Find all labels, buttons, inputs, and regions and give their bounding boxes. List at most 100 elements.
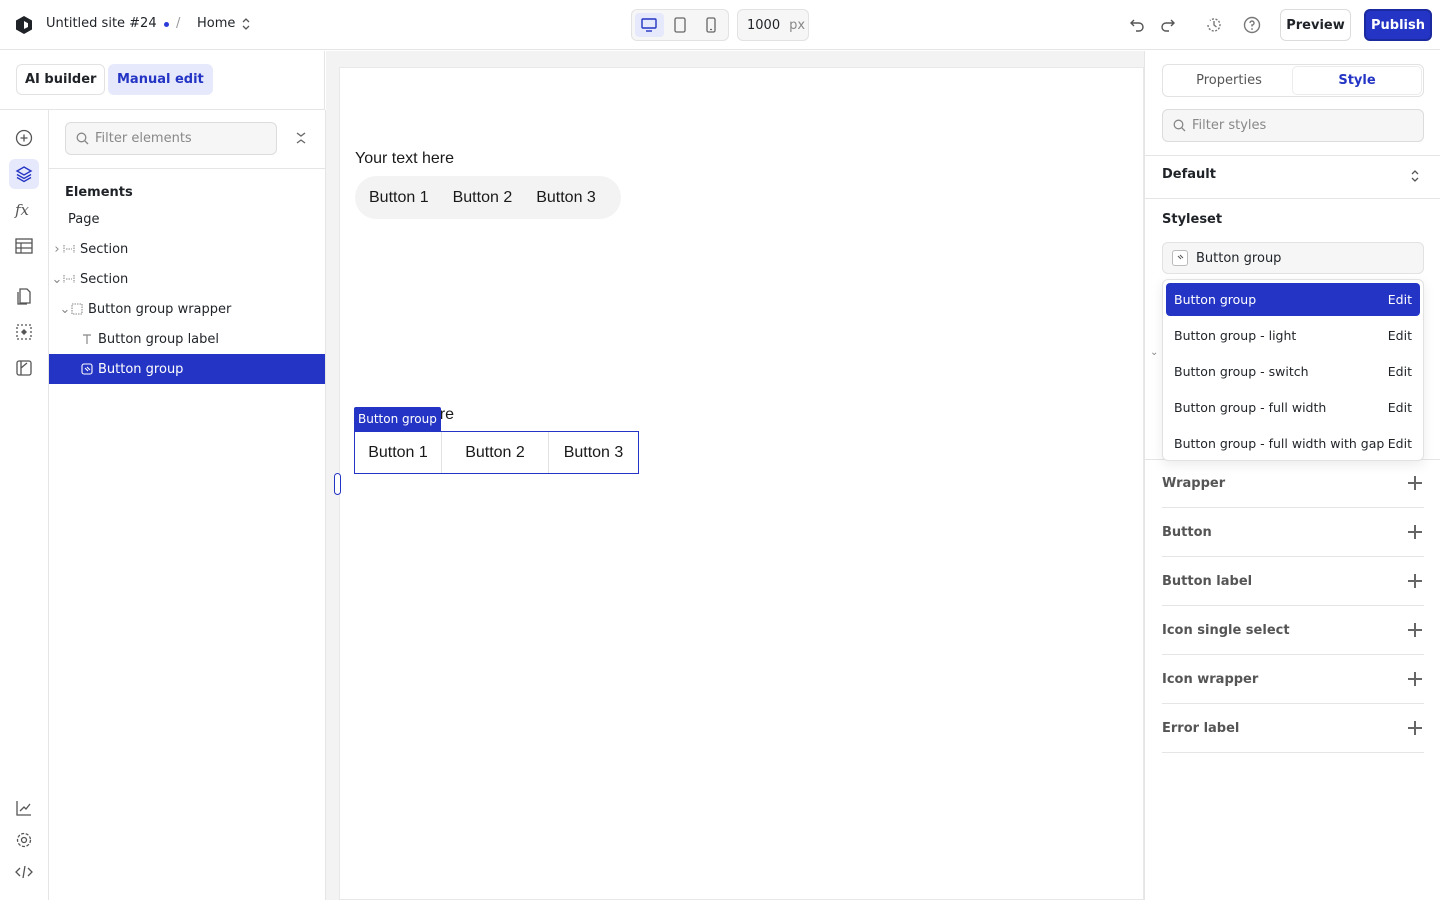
styleset-option[interactable]: Button group - switch Edit xyxy=(1166,355,1420,388)
canvas-pill-button[interactable]: Button 3 xyxy=(524,189,608,207)
canvas-button-group-selected[interactable]: Button 1 Button 2 Button 3 xyxy=(354,431,639,474)
plus-icon[interactable] xyxy=(1408,574,1422,588)
style-section-wrapper[interactable]: Wrapper xyxy=(1162,459,1424,508)
components-button[interactable] xyxy=(9,317,39,347)
styleset-option[interactable]: Button group - full width with gap Edit xyxy=(1166,427,1420,460)
tree-item-section-2[interactable]: ⌄ Section xyxy=(49,264,325,294)
undo-button[interactable] xyxy=(1127,15,1147,35)
edit-link[interactable]: Edit xyxy=(1388,292,1412,307)
plus-icon[interactable] xyxy=(1408,525,1422,539)
filter-elements-input[interactable]: Filter elements xyxy=(65,122,277,155)
page-selector[interactable]: Home xyxy=(197,16,251,31)
tree-item-button-group-label[interactable]: Button group label xyxy=(49,324,325,354)
chevron-down-icon[interactable]: ⌄ xyxy=(52,272,63,287)
publish-button[interactable]: Publish xyxy=(1364,9,1432,41)
styleset-option[interactable]: Button group - light Edit xyxy=(1166,319,1420,352)
help-icon xyxy=(1243,16,1261,34)
style-section-icon-wrapper[interactable]: Icon wrapper xyxy=(1162,655,1424,704)
button-group-icon xyxy=(1172,250,1188,266)
filter-styles-placeholder: Filter styles xyxy=(1192,118,1267,133)
tablet-view-button[interactable] xyxy=(666,13,695,37)
styleset-option[interactable]: Button group - full width Edit xyxy=(1166,391,1420,424)
chevron-right-icon[interactable]: › xyxy=(52,242,62,257)
mode-bar: AI builder Manual edit xyxy=(0,51,325,110)
data-button[interactable] xyxy=(9,231,39,261)
section-icon xyxy=(62,272,76,286)
layers-button[interactable] xyxy=(9,159,39,189)
canvas-width-value: 1000 xyxy=(747,17,781,33)
elements-heading: Elements xyxy=(65,185,133,200)
gear-icon xyxy=(16,832,32,848)
canvas-pill-button[interactable]: Button 2 xyxy=(441,189,525,207)
layers-icon xyxy=(15,166,33,183)
code-button[interactable] xyxy=(9,857,39,887)
add-element-button[interactable] xyxy=(9,123,39,153)
redo-button[interactable] xyxy=(1158,15,1178,35)
canvas-button-group-pill[interactable]: Button 1 Button 2 Button 3 xyxy=(355,176,621,219)
edit-link[interactable]: Edit xyxy=(1388,400,1412,415)
tablet-icon xyxy=(674,17,686,33)
manual-edit-button[interactable]: Manual edit xyxy=(108,64,213,95)
desktop-view-button[interactable] xyxy=(635,13,664,37)
left-rail: fx xyxy=(0,110,49,900)
page-canvas[interactable]: Your text here Button 1 Button 2 Button … xyxy=(339,67,1144,900)
canvas-seg-button[interactable]: Button 3 xyxy=(549,432,638,473)
tree-item-label: Section xyxy=(80,271,129,287)
styleset-option[interactable]: Button group Edit xyxy=(1166,283,1420,316)
history-icon xyxy=(1207,18,1221,32)
plus-icon[interactable] xyxy=(1408,721,1422,735)
settings-button[interactable] xyxy=(9,825,39,855)
filter-styles-input[interactable]: Filter styles xyxy=(1162,109,1424,142)
elements-panel: Filter elements Elements Page › Section … xyxy=(49,110,326,900)
style-section-icon-single-select[interactable]: Icon single select xyxy=(1162,606,1424,655)
tree-item-button-group-wrapper[interactable]: ⌄ Button group wrapper xyxy=(49,294,325,324)
analytics-button[interactable] xyxy=(9,793,39,823)
plus-icon[interactable] xyxy=(1408,623,1422,637)
chevron-up-down-icon[interactable] xyxy=(1410,169,1420,183)
styleset-option-label: Button group - light xyxy=(1174,328,1297,343)
canvas-width-input[interactable]: 1000 px xyxy=(737,9,809,41)
edit-link[interactable]: Edit xyxy=(1388,364,1412,379)
canvas-text-label[interactable]: Your text here xyxy=(355,150,454,168)
tree-item-page[interactable]: Page xyxy=(49,204,325,234)
tree-item-button-group[interactable]: Button group xyxy=(49,354,325,384)
help-button[interactable] xyxy=(1242,15,1262,35)
tree-item-section-1[interactable]: › Section xyxy=(49,234,325,264)
edit-link[interactable]: Edit xyxy=(1388,328,1412,343)
styleset-select[interactable]: Button group xyxy=(1162,242,1424,274)
preview-button[interactable]: Preview xyxy=(1280,9,1351,41)
collapse-all-icon[interactable] xyxy=(293,130,309,146)
container-icon xyxy=(70,302,84,316)
canvas-seg-button[interactable]: Button 1 xyxy=(355,432,442,473)
history-button[interactable] xyxy=(1204,15,1224,35)
plus-icon[interactable] xyxy=(1408,476,1422,490)
site-title[interactable]: Untitled site #24 xyxy=(46,16,157,31)
style-section-error-label[interactable]: Error label xyxy=(1162,704,1424,753)
resize-handle[interactable] xyxy=(334,473,341,495)
panel-divider xyxy=(49,168,326,169)
mobile-view-button[interactable] xyxy=(696,13,725,37)
formulas-button[interactable]: fx xyxy=(9,195,39,225)
canvas-pill-button[interactable]: Button 1 xyxy=(355,189,441,207)
code-icon xyxy=(15,865,33,879)
page-name: Home xyxy=(197,16,236,31)
tab-style[interactable]: Style xyxy=(1293,67,1421,94)
theme-button[interactable] xyxy=(9,353,39,383)
state-selector-label[interactable]: Default xyxy=(1162,167,1216,182)
app-logo-icon[interactable] xyxy=(14,15,34,35)
edit-link[interactable]: Edit xyxy=(1388,436,1412,451)
chevron-down-icon[interactable]: ⌄ xyxy=(1150,347,1158,358)
text-icon xyxy=(80,332,94,346)
add-circle-icon xyxy=(15,129,33,147)
style-section-button-label[interactable]: Button label xyxy=(1162,557,1424,606)
pages-button[interactable] xyxy=(9,281,39,311)
chevron-down-icon[interactable]: ⌄ xyxy=(60,302,71,317)
canvas-width-unit: px xyxy=(789,17,806,33)
plus-icon[interactable] xyxy=(1408,672,1422,686)
ai-builder-button[interactable]: AI builder xyxy=(16,64,106,95)
canvas-seg-button[interactable]: Button 2 xyxy=(442,432,549,473)
section-icon xyxy=(62,242,76,256)
device-switcher xyxy=(631,9,729,41)
style-section-button[interactable]: Button xyxy=(1162,508,1424,557)
tab-properties[interactable]: Properties xyxy=(1165,67,1293,94)
